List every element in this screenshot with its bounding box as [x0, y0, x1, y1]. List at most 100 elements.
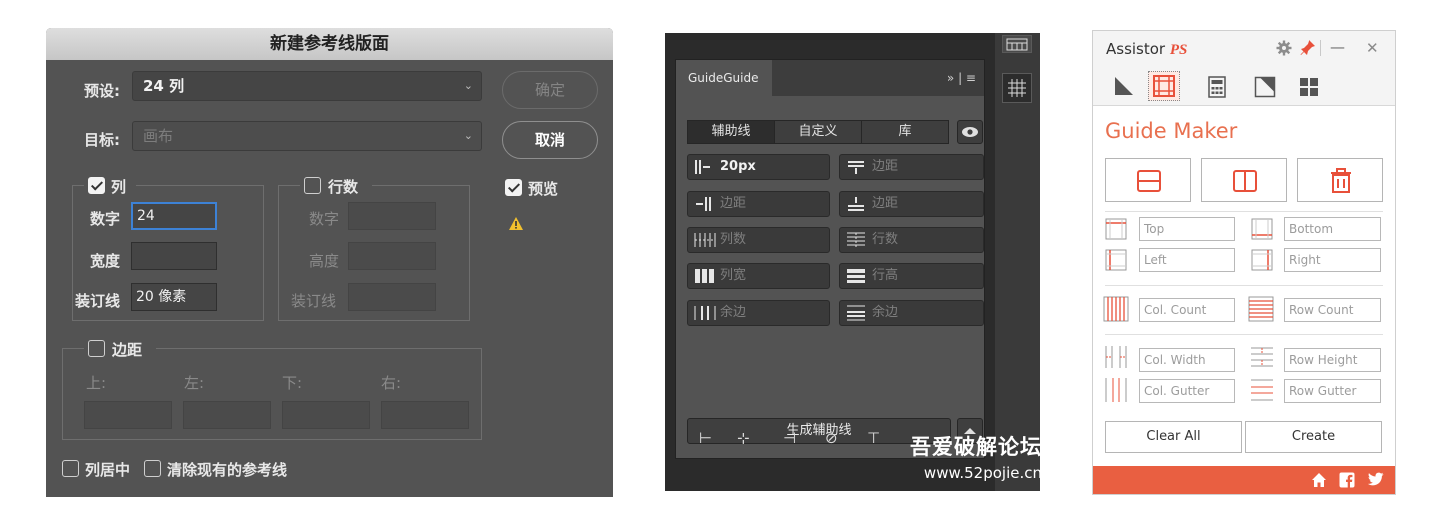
pin-icon[interactable] — [1300, 39, 1316, 56]
warning-icon — [508, 216, 524, 231]
chevron-down-icon: ⌄ — [463, 79, 473, 92]
grid-tool-icon[interactable] — [1002, 35, 1032, 53]
row-height-icon — [1250, 347, 1274, 367]
col-width-input[interactable] — [131, 242, 217, 270]
top-margin-icon — [846, 159, 866, 175]
minimize-icon[interactable]: — — [1330, 38, 1345, 56]
twitter-icon[interactable] — [1367, 472, 1384, 487]
calculator-tab-icon[interactable] — [1207, 76, 1227, 98]
clear-guides-icon[interactable]: ⊘ — [825, 429, 838, 447]
guideguide-dock-icon[interactable] — [1002, 73, 1032, 103]
margin-checkbox[interactable] — [88, 340, 105, 357]
row-gutter-input[interactable]: 余边 — [839, 300, 984, 326]
ok-button[interactable]: 确定 — [502, 71, 598, 109]
bottom-margin-input[interactable]: 边距 — [839, 191, 984, 217]
create-button[interactable]: Create — [1245, 421, 1382, 453]
clear-all-button[interactable]: Clear All — [1105, 421, 1242, 453]
row-gutter-label: 装订线 — [291, 292, 337, 310]
column-count-icon — [694, 232, 716, 248]
col-gutter-input[interactable]: 20 像素 — [131, 283, 217, 311]
row-gutter-icon — [846, 305, 866, 321]
col-count-or-margin-input[interactable]: 20px — [687, 154, 830, 180]
margin-left-label: 左: — [184, 374, 205, 392]
col-number-input[interactable]: 24 — [131, 202, 217, 230]
split-horizontal-icon — [1136, 168, 1162, 194]
tab-guides[interactable]: 辅助线 — [687, 120, 775, 144]
watermark-url: www.52pojie.cn — [923, 464, 1042, 482]
tab-custom[interactable]: 自定义 — [774, 120, 862, 144]
layout-grid-tab-icon[interactable] — [1298, 76, 1320, 98]
right-guide-icon[interactable]: ⊣ — [783, 429, 796, 447]
center-guide-icon[interactable]: ⊹ — [737, 429, 750, 447]
preset-select[interactable]: 24 列 ⌄ — [132, 71, 482, 101]
panel-menu-controls[interactable]: » | ≡ — [947, 60, 976, 96]
left-guide-icon[interactable]: ⊢ — [699, 429, 712, 447]
right-margin-icon — [1251, 249, 1273, 271]
left-input[interactable]: Left — [1139, 248, 1235, 272]
top-guide-icon[interactable]: ⊤ — [867, 429, 880, 447]
margin-left-input[interactable] — [183, 401, 271, 429]
row-height-input[interactable] — [348, 242, 436, 270]
bottom-margin-icon — [846, 196, 866, 212]
tab-library[interactable]: 库 — [861, 120, 949, 144]
preset-value: 24 列 — [143, 77, 185, 95]
row-count-input[interactable]: 行数 — [839, 227, 984, 253]
row-height-input[interactable]: Row Height — [1284, 348, 1381, 372]
cancel-button[interactable]: 取消 — [502, 121, 598, 159]
facebook-icon[interactable] — [1339, 472, 1355, 488]
margin-right-input[interactable] — [381, 401, 469, 429]
margin-bottom-input[interactable] — [282, 401, 370, 429]
row-gutter-input[interactable] — [348, 283, 436, 311]
ruler-tool-icon[interactable] — [1113, 75, 1135, 97]
margin-top-input[interactable] — [84, 401, 172, 429]
close-icon[interactable]: ✕ — [1366, 39, 1379, 57]
row-gutter-icon — [1250, 379, 1274, 401]
preview-checkbox[interactable] — [505, 179, 522, 196]
clear-existing-label: 清除现有的参考线 — [167, 461, 288, 479]
clear-existing-checkbox[interactable] — [144, 460, 161, 477]
target-label: 目标: — [84, 131, 120, 149]
gear-icon[interactable] — [1276, 40, 1292, 56]
guideguide-panel: GuideGuide » | ≡ 辅助线 自定义 库 20px 边距 列数 列宽 — [675, 59, 985, 459]
guide-maker-tab-icon[interactable] — [1148, 71, 1180, 101]
col-number-label: 数字 — [90, 210, 121, 228]
preset-label: 预设: — [84, 82, 120, 100]
center-columns-label: 列居中 — [85, 461, 131, 479]
tab-guideguide[interactable]: GuideGuide — [676, 60, 772, 96]
row-count-input[interactable]: Row Count — [1284, 298, 1381, 322]
col-width-input[interactable]: Col. Width — [1139, 348, 1235, 372]
delete-guides-button[interactable] — [1297, 158, 1383, 202]
watermark: 吾爱破解论坛 www.52pojie.cn — [892, 431, 1042, 482]
top-input[interactable]: Top — [1139, 217, 1235, 241]
left-margin-icon — [694, 159, 714, 175]
right-margin-input[interactable]: 边距 — [687, 191, 830, 217]
panel-dock-strip — [995, 33, 1040, 491]
right-input[interactable]: Right — [1284, 248, 1381, 272]
column-width-input[interactable]: 列宽 — [687, 263, 830, 289]
rows-checkbox[interactable] — [304, 177, 321, 194]
split-vertical-button[interactable] — [1201, 158, 1287, 202]
dialog-title: 新建参考线版面 — [46, 28, 613, 60]
margin-bottom-label: 下: — [282, 374, 303, 392]
target-select[interactable]: 画布 ⌄ — [132, 121, 482, 151]
split-horizontal-button[interactable] — [1105, 158, 1191, 202]
bottom-input[interactable]: Bottom — [1284, 217, 1381, 241]
col-count-input[interactable]: Col. Count — [1139, 298, 1235, 322]
columns-checkbox[interactable] — [88, 177, 105, 194]
row-gutter-input[interactable]: Row Gutter — [1284, 379, 1381, 403]
column-gutter-input[interactable]: 余边 — [687, 300, 830, 326]
row-height-input[interactable]: 行高 — [839, 263, 984, 289]
column-count-input[interactable]: 列数 — [687, 227, 830, 253]
home-icon[interactable] — [1311, 472, 1327, 488]
row-number-input[interactable] — [348, 202, 436, 230]
center-columns-checkbox[interactable] — [62, 460, 79, 477]
right-margin-icon — [694, 196, 714, 212]
row-count-icon — [846, 232, 866, 248]
eye-icon[interactable] — [957, 120, 983, 144]
columns-label: 列 — [111, 178, 127, 196]
col-gutter-input[interactable]: Col. Gutter — [1139, 379, 1235, 403]
column-gutter-icon — [694, 305, 716, 321]
corner-tab-icon[interactable] — [1254, 76, 1276, 98]
assistor-ps-panel: Assistor PS — ✕ Guide Maker Top Bottom L… — [1092, 30, 1396, 495]
top-margin-input[interactable]: 边距 — [839, 154, 984, 180]
